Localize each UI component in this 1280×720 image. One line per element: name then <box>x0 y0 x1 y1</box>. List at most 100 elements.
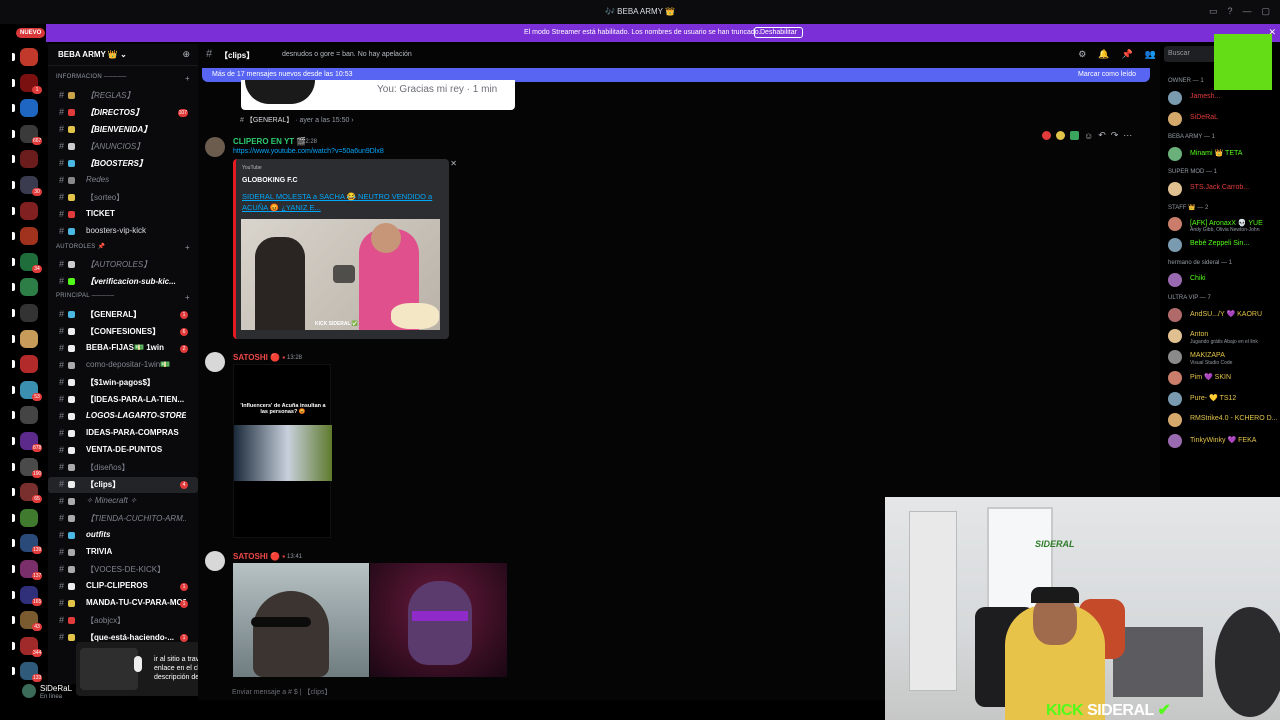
maximize-icon[interactable]: ▢ <box>1261 6 1270 17</box>
image-attachment[interactable] <box>233 563 369 677</box>
help-icon[interactable]: ? <box>1227 6 1232 17</box>
reply-reference[interactable]: # 【GENERAL】 · ayer a las 15:50 › <box>240 115 354 125</box>
server-icon[interactable] <box>20 201 38 220</box>
member-item[interactable]: [AFK] AronaxX 💀 YUE Andy Gibb, Olivia New… <box>1168 216 1280 233</box>
youtube-embed[interactable]: YouTube GLOBOKING F.C SIDERAL MOLESTA a … <box>233 159 457 339</box>
avatar[interactable] <box>205 352 225 372</box>
member-item[interactable]: Minami 👑 TETA <box>1168 146 1280 162</box>
add-user-icon[interactable]: ⊕ <box>182 49 190 60</box>
server-icon[interactable] <box>20 355 38 374</box>
channel-item[interactable]: # 【verificacion-sub-kic... <box>48 274 198 290</box>
channel-item[interactable]: # boosters-vip-kick <box>48 224 198 240</box>
channel-item[interactable]: # Redes <box>48 173 198 189</box>
channel-item[interactable]: # IDEAS-PARA-COMPRAS <box>48 426 198 442</box>
threads-icon[interactable]: ⚙ <box>1078 49 1086 60</box>
channel-item[interactable]: # 【DIRECTOS】 107 <box>48 105 198 121</box>
member-item[interactable]: Bebé Zeppeli Sin... <box>1168 237 1280 253</box>
member-item[interactable]: Chiki <box>1168 272 1280 288</box>
forward-icon[interactable]: ↷ <box>1111 130 1119 141</box>
channel-category[interactable]: AUTOROLES 📌 + <box>56 243 196 255</box>
server-icon[interactable] <box>20 304 38 322</box>
channel-item[interactable]: # 【IDEAS-PARA-LA-TIEN... <box>48 392 198 408</box>
add-channel-icon[interactable]: + <box>185 293 190 302</box>
channel-item[interactable]: # 【aobjcx】 <box>48 613 198 629</box>
member-item[interactable]: TinkyWinky 💜 FEKA <box>1168 433 1280 449</box>
server-icon[interactable] <box>20 278 38 297</box>
server-icon[interactable] <box>20 99 38 118</box>
member-item[interactable]: Pim 💜 SKIN <box>1168 370 1280 386</box>
server-icon[interactable] <box>20 406 38 425</box>
channel-item[interactable]: # 【TIENDA-CUCHITO-ARM... <box>48 511 198 527</box>
add-channel-icon[interactable]: + <box>185 74 190 83</box>
mark-as-read-button[interactable]: Marcar como leído <box>1078 71 1136 78</box>
channel-item[interactable]: # MANDA-TU-CV-PARA-MOD 1 <box>48 596 198 612</box>
channel-item[interactable]: # ✧ Minecraft ✧ <box>48 494 198 510</box>
previous-image-attachment[interactable]: You: Gracias mi rey · 1 min <box>241 80 515 110</box>
avatar[interactable] <box>205 551 225 571</box>
embed-author[interactable]: GLOBOKING F.C <box>242 177 298 184</box>
member-item[interactable]: RMStrike4.0 - KCHERO D... <box>1168 412 1280 428</box>
channel-item[interactable]: # 【ANUNCIOS】 <box>48 139 198 155</box>
channel-item[interactable]: # BEBA-FIJAS💵 1win 2 <box>48 341 198 357</box>
channel-item[interactable]: # 【BIENVENIDA】 <box>48 122 198 138</box>
heart-reaction-icon[interactable] <box>1042 131 1051 140</box>
member-item[interactable]: MAKIZAPA Visual Studio Code <box>1168 349 1280 366</box>
channel-item[interactable]: # 【AUTOROLES】 <box>48 257 198 273</box>
channel-item[interactable]: # como-depositar-1win💵 <box>48 358 198 374</box>
member-item[interactable]: Pure- 💛 TS12 <box>1168 391 1280 407</box>
inbox-icon[interactable]: ▭ <box>1209 6 1218 17</box>
close-embed-icon[interactable]: ✕ <box>450 159 457 168</box>
channel-item[interactable]: # 【VOCES-DE-KICK】 <box>48 562 198 578</box>
server-icon[interactable] <box>20 227 38 246</box>
channel-item[interactable]: # 【clips】 4 <box>48 477 198 493</box>
channel-item[interactable]: # 【GENERAL】 1 <box>48 307 198 323</box>
server-icon[interactable] <box>20 508 38 527</box>
member-item[interactable]: SiDeRaL <box>1168 111 1280 127</box>
reply-icon[interactable]: ↶ <box>1098 130 1106 141</box>
channel-item[interactable]: # 【REGLAS】 <box>48 88 198 104</box>
add-reaction-icon[interactable]: ☺ <box>1084 131 1093 141</box>
channel-category[interactable]: INFORMACION ───── + <box>56 74 196 86</box>
member-item[interactable]: AndSU.../Y 💜 KAORU <box>1168 307 1280 323</box>
channel-item[interactable]: # 【BOOSTERS】 <box>48 156 198 172</box>
embed-title[interactable]: SIDERAL MOLESTA a SACHA 😂 NEUTRO VENDIDO… <box>242 191 442 213</box>
member-item[interactable]: Jamesh... <box>1168 90 1280 106</box>
channel-item[interactable]: # LOGOS-LAGARTO-STORE <box>48 409 198 425</box>
channel-item[interactable]: # 【diseños】 <box>48 460 198 476</box>
message-input[interactable]: Enviar mensaje a # $ | 【clips】 <box>224 683 874 701</box>
server-icon[interactable] <box>20 150 38 169</box>
check-reaction-icon[interactable] <box>1070 131 1079 140</box>
add-channel-icon[interactable]: + <box>185 243 190 252</box>
pin-icon[interactable]: 📌 <box>1122 49 1133 60</box>
more-icon[interactable]: ⋯ <box>1123 130 1132 141</box>
channel-item[interactable]: # 【CONFESIONES】 6 <box>48 324 198 340</box>
avatar[interactable] <box>22 684 36 698</box>
member-item[interactable]: Anton Jugando grátis Abajo en el link <box>1168 328 1280 345</box>
channel-item[interactable]: # 【$1win-pagos$】 <box>48 375 198 391</box>
channel-item[interactable]: # TRIVIA <box>48 545 198 561</box>
avatar[interactable] <box>205 137 225 157</box>
video-thumbnail[interactable]: KICK SIDERAL ✅ <box>241 219 440 330</box>
message-link[interactable]: https://www.youtube.com/watch?v=50a6un9D… <box>233 148 384 155</box>
minimize-icon[interactable]: — <box>1242 6 1251 17</box>
message-author[interactable]: CLIPERO EN YT 🎬 <box>233 137 306 146</box>
members-icon[interactable]: 👥 <box>1145 49 1156 60</box>
channel-item[interactable]: # VENTA-DE-PUNTOS <box>48 443 198 459</box>
video-attachment[interactable]: 'Influencers' de Acuña insultan a las pe… <box>233 364 332 538</box>
channel-item[interactable]: # TICKET <box>48 207 198 223</box>
bell-icon[interactable]: 🔔 <box>1098 49 1109 60</box>
message-author[interactable]: SATOSHI 🔴 ▪ <box>233 353 285 362</box>
channel-item[interactable]: # outfits <box>48 528 198 544</box>
image-attachment[interactable] <box>370 563 507 677</box>
laugh-reaction-icon[interactable] <box>1056 131 1065 140</box>
server-icon[interactable] <box>20 48 38 66</box>
server-icon[interactable] <box>20 329 38 348</box>
message-author[interactable]: SATOSHI 🔴 ▪ <box>233 552 285 561</box>
channel-item[interactable]: # 【sorteo】 <box>48 190 198 206</box>
play-icon[interactable] <box>333 265 355 283</box>
member-item[interactable]: STS.Jack Carrob... <box>1168 181 1280 197</box>
server-header[interactable]: BEBA ARMY 👑 ⌄ ⊕ <box>48 44 198 66</box>
channel-category[interactable]: PRINCIPAL ───── + <box>56 293 196 305</box>
channel-item[interactable]: # CLIP-CLIPEROS 1 <box>48 579 198 595</box>
disable-streamer-button[interactable]: Deshabilitar <box>754 27 803 38</box>
